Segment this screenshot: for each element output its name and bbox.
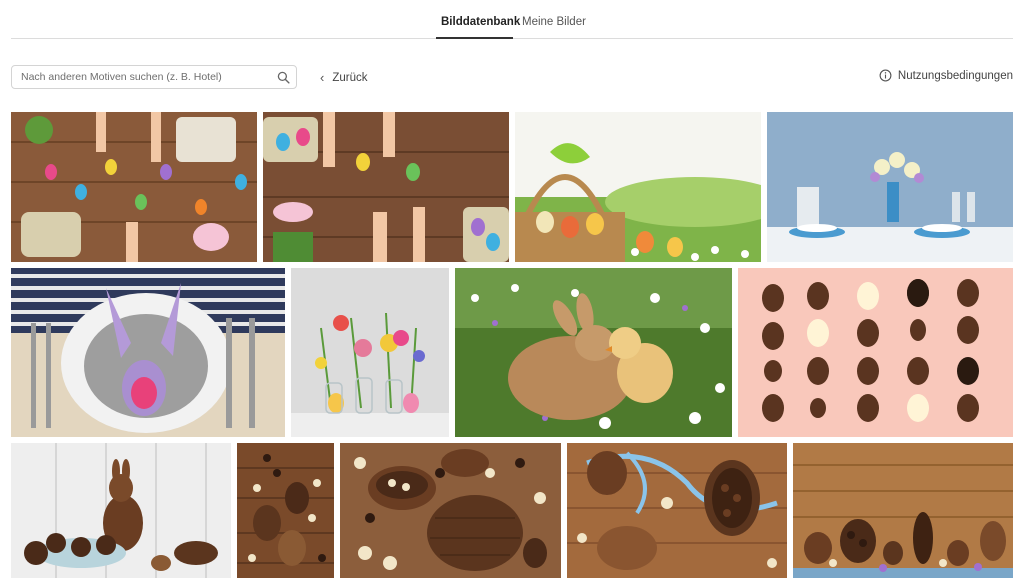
chocolate-bunnies-wood-board-photo: [793, 443, 1013, 578]
easter-basket-photo: [515, 112, 761, 262]
gallery-image[interactable]: [738, 268, 1013, 437]
chevron-left-icon: ‹: [320, 70, 325, 85]
gallery-image[interactable]: [291, 268, 449, 437]
gallery-image[interactable]: [237, 443, 334, 578]
gallery-image[interactable]: [793, 443, 1013, 578]
back-button[interactable]: ‹ Zurück: [320, 70, 368, 85]
info-icon: [879, 69, 892, 82]
tab-bar: Bilddatenbank Meine Bilder: [0, 0, 1024, 40]
gallery-image[interactable]: [11, 268, 285, 437]
gallery-image[interactable]: [767, 112, 1013, 262]
gallery-image[interactable]: [567, 443, 787, 578]
flowers-vases-photo: [291, 268, 449, 437]
terms-label: Nutzungsbedingungen: [897, 69, 1013, 82]
easter-table-setting-photo: [767, 112, 1013, 262]
easter-eggs-table-photo: [11, 112, 257, 262]
gallery-image[interactable]: [340, 443, 561, 578]
search-input[interactable]: [12, 66, 274, 88]
search-icon[interactable]: [277, 71, 290, 84]
chocolate-eggs-wood-photo: [237, 443, 334, 578]
gallery-image[interactable]: [11, 112, 257, 262]
chocolate-ribbon-eggs-photo: [567, 443, 787, 578]
terms-link[interactable]: Nutzungsbedingungen: [879, 69, 1013, 82]
chocolate-egg-cracked-photo: [340, 443, 561, 578]
bunny-napkin-plate-photo: [11, 268, 285, 437]
gallery-image[interactable]: [263, 112, 509, 262]
back-label: Zurück: [332, 71, 368, 84]
active-tab-indicator: [436, 37, 513, 39]
chocolate-bunny-white-wood-photo: [11, 443, 231, 578]
rabbit-and-chick-photo: [455, 268, 732, 437]
tab-bilddatenbank[interactable]: Bilddatenbank: [441, 16, 520, 28]
gallery-image[interactable]: [455, 268, 732, 437]
easter-eggs-painting-photo: [263, 112, 509, 262]
gallery-image[interactable]: [11, 443, 231, 578]
chocolate-bunnies-pink-photo: [738, 268, 1013, 437]
gallery-image[interactable]: [515, 112, 761, 262]
search-box: [11, 65, 297, 89]
tab-meine-bilder[interactable]: Meine Bilder: [522, 16, 586, 28]
